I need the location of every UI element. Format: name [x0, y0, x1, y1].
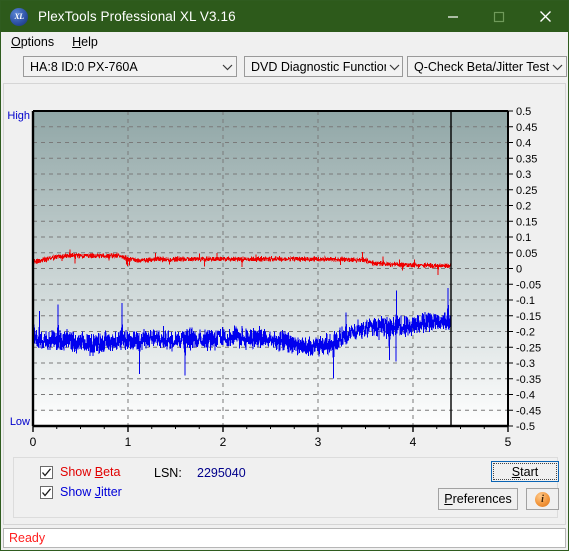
show-beta-label: Show Beta — [60, 465, 121, 479]
y-axis-tick-label: -0.3 — [516, 358, 535, 370]
show-beta-checkbox[interactable]: Show Beta — [40, 465, 120, 479]
x-axis-tick-label: 4 — [410, 435, 417, 446]
menu-item-help-rest: elp — [81, 35, 98, 49]
x-axis-tick-label: 2 — [220, 435, 227, 446]
menu-item-options-rest: ptions — [20, 35, 55, 49]
y-axis-tick-label: 0.05 — [516, 248, 537, 260]
xl-logo-icon: XL — [10, 7, 28, 26]
y-axis-tick-label: 0 — [516, 264, 522, 276]
drive-select[interactable]: HA:8 ID:0 PX-760A — [23, 56, 237, 77]
title-bar: XL PlexTools Professional XL V3.16 — [1, 1, 568, 32]
menu-item-options[interactable]: Options — [3, 32, 62, 53]
show-jitter-checkbox[interactable]: Show Jitter — [40, 485, 122, 499]
lsn-label: LSN: — [154, 466, 182, 480]
function-select-value: DVD Diagnostic Functions — [251, 59, 387, 74]
y-axis-tick-label: 0.35 — [516, 153, 537, 165]
selector-toolbar: HA:8 ID:0 PX-760A DVD Diagnostic Functio… — [1, 53, 568, 81]
y-axis-tick-label: -0.35 — [516, 374, 541, 386]
y-axis-tick-label: -0.05 — [516, 279, 541, 291]
test-select-value: Q-Check Beta/Jitter Test — [414, 59, 550, 74]
y-axis-tick-label: 0.45 — [516, 122, 537, 134]
close-button[interactable] — [522, 1, 568, 32]
axis-label-low: Low — [10, 416, 30, 428]
preferences-button-label: Preferences — [444, 492, 512, 506]
y-axis-tick-label: -0.15 — [516, 311, 541, 323]
y-axis-tick-label: -0.1 — [516, 295, 535, 307]
y-axis-tick-label: -0.2 — [516, 327, 535, 339]
chevron-down-icon — [219, 57, 236, 76]
y-axis-tick-label: -0.5 — [516, 421, 535, 433]
drive-select-value: HA:8 ID:0 PX-760A — [30, 59, 138, 74]
options-group: Show Beta Show Jitter LSN: 2295040 Start… — [13, 457, 559, 518]
checkbox-checked-icon — [40, 485, 53, 499]
y-axis-tick-label: 0.25 — [516, 185, 537, 197]
y-axis-tick-label: 0.4 — [516, 138, 531, 150]
x-axis-tick-label: 0 — [30, 435, 37, 446]
function-select[interactable]: DVD Diagnostic Functions — [244, 56, 403, 77]
chart-canvas: 0.5 0.45 0.4 0.35 0.3 0.25 0.2 0.15 0.1 0.05 0 -0.0… — [7, 106, 541, 446]
menu-bar: Options Help — [1, 32, 568, 53]
start-button[interactable]: Start — [491, 461, 559, 482]
y-axis-tick-label: 0.3 — [516, 169, 531, 181]
start-button-label: Start — [511, 464, 539, 479]
status-text: Ready — [9, 531, 46, 545]
info-icon: i — [535, 491, 550, 507]
y-axis-tick-label: -0.4 — [516, 390, 535, 402]
y-axis-tick-label: 0.5 — [516, 106, 531, 118]
preferences-button[interactable]: Preferences — [438, 488, 518, 510]
main-panel: 0.5 0.45 0.4 0.35 0.3 0.25 0.2 0.15 0.1 0.05 0 -0.0… — [3, 83, 566, 525]
y-axis-tick-label: 0.1 — [516, 232, 531, 244]
x-axis-tick-label: 1 — [125, 435, 132, 446]
chevron-down-icon — [386, 57, 402, 76]
y-axis-tick-label: 0.15 — [516, 216, 537, 228]
y-axis-tick-label: 0.2 — [516, 201, 531, 213]
status-bar: Ready — [3, 528, 566, 548]
axis-label-high: High — [7, 110, 30, 122]
beta-jitter-chart: 0.5 0.45 0.4 0.35 0.3 0.25 0.2 0.15 0.1 0.05 0 -0.0… — [4, 96, 567, 446]
y-axis-tick-label: -0.45 — [516, 405, 541, 417]
menu-item-help[interactable]: Help — [64, 32, 106, 53]
show-jitter-label: Show Jitter — [60, 485, 122, 499]
checkbox-checked-icon — [40, 465, 53, 479]
y-axis-tick-label: -0.25 — [516, 342, 541, 354]
x-axis-tick-label: 5 — [505, 435, 512, 446]
maximize-button[interactable] — [476, 1, 522, 32]
x-axis-tick-label: 3 — [315, 435, 322, 446]
test-select[interactable]: Q-Check Beta/Jitter Test — [407, 56, 567, 77]
window-title: PlexTools Professional XL V3.16 — [38, 9, 236, 24]
application-window: XL PlexTools Professional XL V3.16 Optio… — [0, 0, 569, 551]
lsn-value: 2295040 — [197, 466, 246, 480]
chevron-down-icon — [549, 57, 566, 76]
minimize-button[interactable] — [430, 1, 476, 32]
info-button[interactable]: i — [526, 488, 559, 510]
